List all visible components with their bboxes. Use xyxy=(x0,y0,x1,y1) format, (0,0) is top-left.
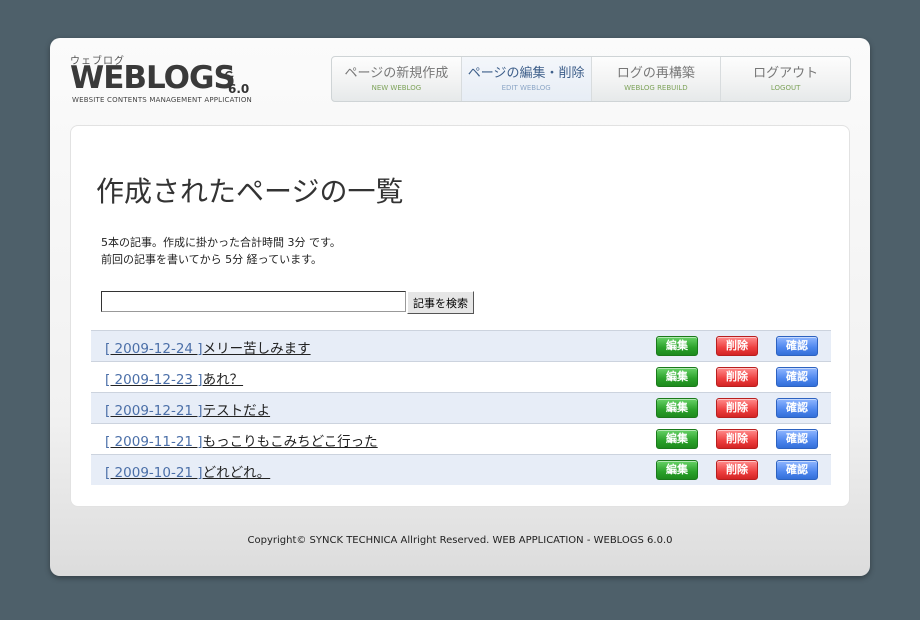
delete-button[interactable]: 削除 xyxy=(716,398,758,418)
nav-sublabel: EDIT WEBLOG xyxy=(501,83,551,92)
article-stats: 5本の記事。作成に掛かった合計時間 3分 です。 前回の記事を書いてから 5分 … xyxy=(101,234,341,268)
edit-button[interactable]: 編集 xyxy=(656,367,698,387)
nav-sublabel: WEBLOG REBUILD xyxy=(624,83,688,92)
article-title: どれどれ。 xyxy=(202,465,271,481)
logo-version: 6.0 xyxy=(228,82,250,96)
weblogs-logo[interactable]: ウェブログ WEBLOGS 6.0 WEBSITE CONTENTS MANAG… xyxy=(70,52,270,112)
article-link[interactable]: [ 2009-11-21 ]もっこりもこみちどこ行った xyxy=(105,430,378,450)
article-title: テストだよ xyxy=(202,403,271,419)
table-row: [ 2009-11-21 ]もっこりもこみちどこ行った 編集 削除 確認 xyxy=(91,423,831,454)
article-date: [ 2009-11-21 ] xyxy=(105,434,203,450)
main-navigation: ページの新規作成 NEW WEBLOG ページの編集・削除 EDIT WEBLO… xyxy=(331,56,851,102)
nav-label: ログの再構築 xyxy=(616,65,695,81)
article-title: メリー苦しみます xyxy=(202,341,311,357)
edit-button[interactable]: 編集 xyxy=(656,460,698,480)
confirm-button[interactable]: 確認 xyxy=(776,429,818,449)
article-date: [ 2009-12-23 ] xyxy=(105,372,203,388)
article-date: [ 2009-12-21 ] xyxy=(105,403,203,419)
content-panel: 作成されたページの一覧 5本の記事。作成に掛かった合計時間 3分 です。 前回の… xyxy=(70,125,850,507)
stats-line-last: 前回の記事を書いてから 5分 経っています。 xyxy=(101,253,323,266)
nav-sublabel: NEW WEBLOG xyxy=(371,83,422,92)
footer-copyright: Copyright© SYNCK TECHNICA Allright Reser… xyxy=(247,535,673,546)
nav-weblog-rebuild[interactable]: ログの再構築 WEBLOG REBUILD xyxy=(592,57,722,101)
confirm-button[interactable]: 確認 xyxy=(776,398,818,418)
article-list: [ 2009-12-24 ]メリー苦しみます 編集 削除 確認 [ 2009-1… xyxy=(91,330,831,485)
nav-logout[interactable]: ログアウト LOGOUT xyxy=(721,57,850,101)
app-window: ウェブログ WEBLOGS 6.0 WEBSITE CONTENTS MANAG… xyxy=(50,38,870,576)
delete-button[interactable]: 削除 xyxy=(716,336,758,356)
table-row: [ 2009-12-24 ]メリー苦しみます 編集 削除 確認 xyxy=(91,330,831,361)
article-link[interactable]: [ 2009-10-21 ]どれどれ。 xyxy=(105,461,270,481)
search-form: 記事を検索 xyxy=(101,291,474,314)
article-date: [ 2009-12-24 ] xyxy=(105,341,203,357)
delete-button[interactable]: 削除 xyxy=(716,460,758,480)
page-title: 作成されたページの一覧 xyxy=(96,175,404,208)
delete-button[interactable]: 削除 xyxy=(716,367,758,387)
table-row: [ 2009-12-23 ]あれ？ 編集 削除 確認 xyxy=(91,361,831,392)
article-date: [ 2009-10-21 ] xyxy=(105,465,203,481)
edit-button[interactable]: 編集 xyxy=(656,398,698,418)
article-title: もっこりもこみちどこ行った xyxy=(202,434,378,450)
nav-edit-weblog[interactable]: ページの編集・削除 EDIT WEBLOG xyxy=(461,57,592,101)
confirm-button[interactable]: 確認 xyxy=(776,460,818,480)
search-input[interactable] xyxy=(101,291,406,312)
table-row: [ 2009-12-21 ]テストだよ 編集 削除 確認 xyxy=(91,392,831,423)
nav-sublabel: LOGOUT xyxy=(770,83,801,92)
search-button[interactable]: 記事を検索 xyxy=(407,291,474,314)
nav-new-weblog[interactable]: ページの新規作成 NEW WEBLOG xyxy=(332,57,462,101)
logo-swirl-icon xyxy=(224,70,234,80)
logo-tagline: WEBSITE CONTENTS MANAGEMENT APPLICATION xyxy=(72,96,252,104)
stats-line-total: 5本の記事。作成に掛かった合計時間 3分 です。 xyxy=(101,236,341,249)
article-link[interactable]: [ 2009-12-24 ]メリー苦しみます xyxy=(105,337,311,357)
article-link[interactable]: [ 2009-12-21 ]テストだよ xyxy=(105,399,270,419)
nav-label: ページの新規作成 xyxy=(344,65,449,81)
table-row: [ 2009-10-21 ]どれどれ。 編集 削除 確認 xyxy=(91,454,831,485)
logo-name: WEBLOGS xyxy=(70,60,236,96)
edit-button[interactable]: 編集 xyxy=(656,336,698,356)
edit-button[interactable]: 編集 xyxy=(656,429,698,449)
confirm-button[interactable]: 確認 xyxy=(776,336,818,356)
delete-button[interactable]: 削除 xyxy=(716,429,758,449)
nav-label: ログアウト xyxy=(753,65,819,81)
confirm-button[interactable]: 確認 xyxy=(776,367,818,387)
nav-label: ページの編集・削除 xyxy=(467,65,585,81)
article-title: あれ？ xyxy=(202,372,244,388)
article-link[interactable]: [ 2009-12-23 ]あれ？ xyxy=(105,368,243,388)
